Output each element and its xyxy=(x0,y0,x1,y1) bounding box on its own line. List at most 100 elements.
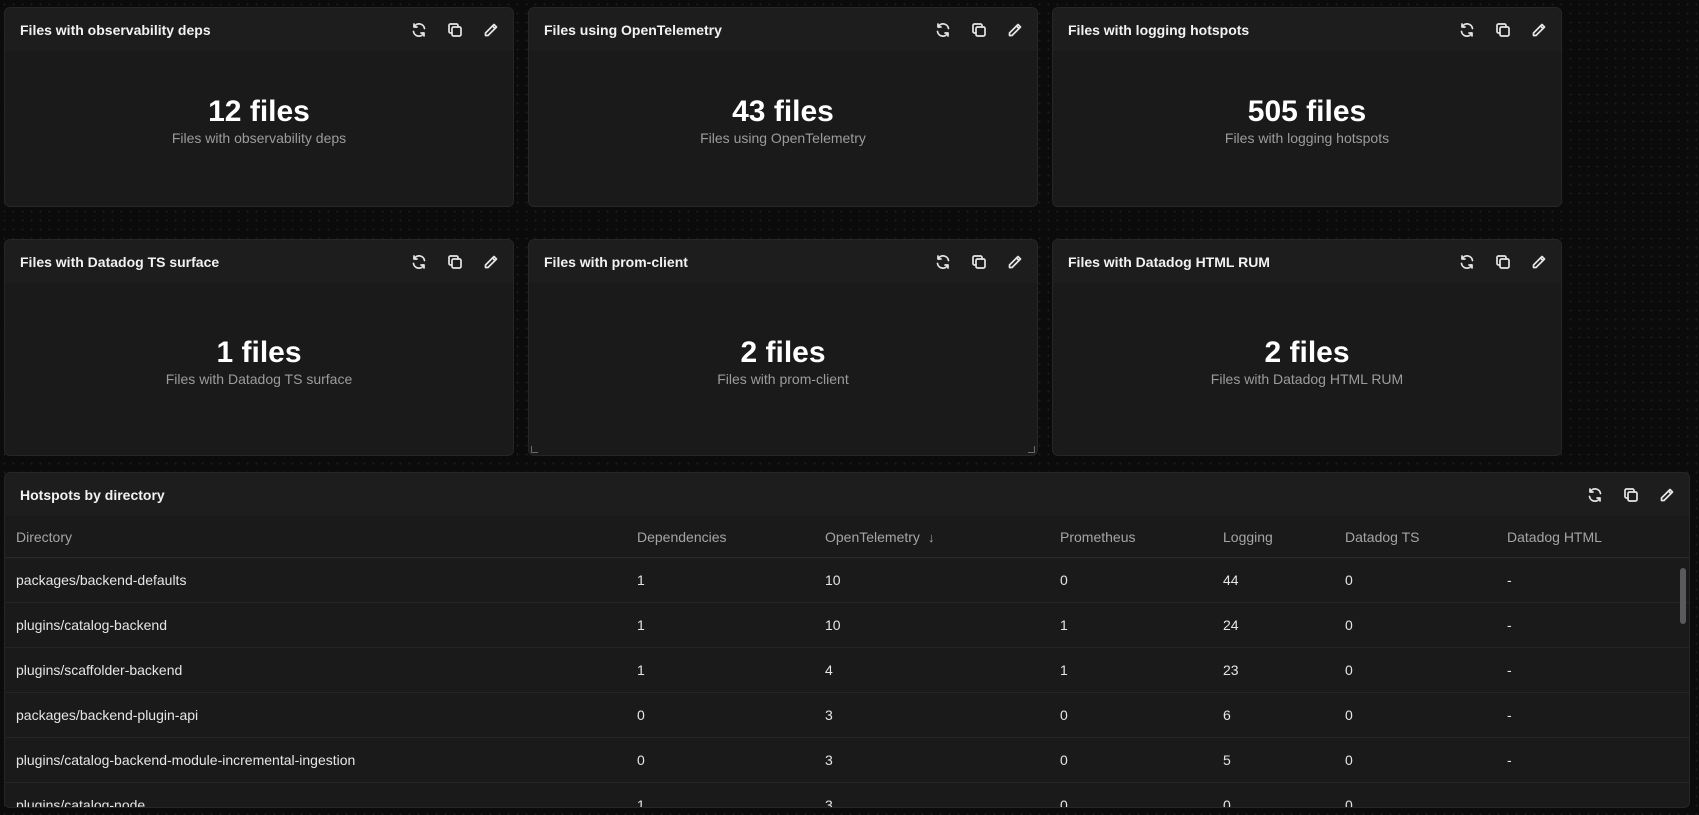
panel-header: Files with Datadog HTML RUM xyxy=(1053,240,1561,283)
stat-caption: Files with Datadog HTML RUM xyxy=(1210,370,1404,387)
table-row[interactable]: plugins/catalog-backend 1 10 1 24 0 - xyxy=(5,602,1689,648)
table-row[interactable]: plugins/scaffolder-backend 1 4 1 23 0 - xyxy=(5,647,1689,693)
pencil-icon[interactable] xyxy=(479,250,503,274)
panel-header: Files with observability deps xyxy=(5,8,513,51)
cell-datadog-ts: 0 xyxy=(1334,782,1496,807)
cell-dependencies: 1 xyxy=(626,782,814,807)
stat-body: 43 files Files using OpenTelemetry xyxy=(529,51,1037,206)
pencil-icon[interactable] xyxy=(1655,483,1679,507)
cell-datadog-html xyxy=(1496,782,1689,807)
stat-panel-datadog-html-rum: Files with Datadog HTML RUM 2 files File… xyxy=(1052,239,1562,456)
stat-caption: Files with observability deps xyxy=(171,130,347,146)
cell-opentelemetry: 4 xyxy=(814,647,1049,693)
column-header-prometheus[interactable]: Prometheus xyxy=(1049,516,1212,558)
stat-caption: Files using OpenTelemetry xyxy=(700,130,866,146)
cell-opentelemetry: 10 xyxy=(814,557,1049,603)
column-header-directory[interactable]: Directory xyxy=(5,516,626,558)
stat-value: 505 files xyxy=(1247,95,1367,128)
cell-prometheus: 0 xyxy=(1049,782,1212,807)
cell-prometheus: 0 xyxy=(1049,557,1212,603)
stat-value: 2 files xyxy=(1264,335,1350,369)
table-header-row: Directory Dependencies OpenTelemetry ↓ Pr… xyxy=(5,516,1689,558)
panel-title: Files using OpenTelemetry xyxy=(544,21,722,38)
cell-dependencies: 1 xyxy=(626,647,814,693)
panel-header: Hotspots by directory xyxy=(5,473,1689,516)
column-header-logging[interactable]: Logging xyxy=(1212,516,1334,558)
pencil-icon[interactable] xyxy=(1003,18,1027,42)
stat-body: 12 files Files with observability deps xyxy=(5,51,513,206)
sort-descending-icon: ↓ xyxy=(927,529,935,545)
pencil-icon[interactable] xyxy=(479,18,503,42)
cell-logging: 6 xyxy=(1212,692,1334,738)
panel-header: Files with prom-client xyxy=(529,240,1037,283)
refresh-icon[interactable] xyxy=(1455,250,1479,274)
pencil-icon[interactable] xyxy=(1527,250,1551,274)
panel-title: Files with Datadog HTML RUM xyxy=(1068,253,1270,270)
copy-icon[interactable] xyxy=(1491,250,1515,274)
table-row[interactable]: packages/backend-plugin-api 0 3 0 6 0 - xyxy=(5,692,1689,738)
cell-prometheus: 1 xyxy=(1049,602,1212,648)
cell-directory: plugins/scaffolder-backend xyxy=(5,647,626,693)
copy-icon[interactable] xyxy=(443,250,467,274)
refresh-icon[interactable] xyxy=(931,18,955,42)
stat-body: 1 files Files with Datadog TS surface xyxy=(5,283,513,455)
stat-value: 1 files xyxy=(216,335,302,369)
hotspots-table: Directory Dependencies OpenTelemetry ↓ Pr… xyxy=(5,516,1689,807)
column-header-datadog-html[interactable]: Datadog HTML xyxy=(1496,516,1689,558)
vertical-scrollbar[interactable] xyxy=(1680,568,1686,624)
table-row[interactable]: plugins/catalog-node 1 3 0 0 0 xyxy=(5,782,1689,807)
cell-datadog-ts: 0 xyxy=(1334,557,1496,603)
cell-logging: 44 xyxy=(1212,557,1334,603)
stat-body: 2 files Files with prom-client xyxy=(529,283,1037,455)
cell-logging: 24 xyxy=(1212,602,1334,648)
refresh-icon[interactable] xyxy=(931,250,955,274)
refresh-icon[interactable] xyxy=(407,250,431,274)
table-row[interactable]: plugins/catalog-backend-module-increment… xyxy=(5,737,1689,783)
refresh-icon[interactable] xyxy=(1583,483,1607,507)
stat-body: 2 files Files with Datadog HTML RUM xyxy=(1053,283,1561,455)
cell-datadog-html: - xyxy=(1496,737,1689,783)
panel-title: Files with observability deps xyxy=(20,21,211,38)
cell-datadog-ts: 0 xyxy=(1334,737,1496,783)
resize-handle[interactable] xyxy=(1028,446,1035,453)
table-container: Directory Dependencies OpenTelemetry ↓ Pr… xyxy=(5,516,1689,807)
cell-dependencies: 0 xyxy=(626,692,814,738)
column-header-dependencies[interactable]: Dependencies xyxy=(626,516,814,558)
stat-panel-logging-hotspots: Files with logging hotspots 505 files Fi… xyxy=(1052,7,1562,207)
table-row[interactable]: packages/backend-defaults 1 10 0 44 0 - xyxy=(5,557,1689,603)
panel-title: Files with logging hotspots xyxy=(1068,21,1250,38)
cell-datadog-html: - xyxy=(1496,557,1689,603)
column-header-datadog-ts[interactable]: Datadog TS xyxy=(1334,516,1496,558)
copy-icon[interactable] xyxy=(1619,483,1643,507)
cell-directory: plugins/catalog-node xyxy=(5,782,626,807)
stat-panel-prom-client: Files with prom-client 2 files Files wit… xyxy=(528,239,1038,456)
panel-header: Files with Datadog TS surface xyxy=(5,240,513,283)
copy-icon[interactable] xyxy=(967,18,991,42)
panel-header: Files using OpenTelemetry xyxy=(529,8,1037,51)
pencil-icon[interactable] xyxy=(1527,18,1551,42)
stat-body: 505 files Files with logging hotspots xyxy=(1053,51,1561,206)
copy-icon[interactable] xyxy=(967,250,991,274)
cell-directory: plugins/catalog-backend-module-increment… xyxy=(5,737,626,783)
cell-datadog-ts: 0 xyxy=(1334,647,1496,693)
copy-icon[interactable] xyxy=(1491,18,1515,42)
cell-datadog-html: - xyxy=(1496,692,1689,738)
cell-prometheus: 1 xyxy=(1049,647,1212,693)
cell-datadog-ts: 0 xyxy=(1334,692,1496,738)
cell-directory: packages/backend-plugin-api xyxy=(5,692,626,738)
refresh-icon[interactable] xyxy=(1455,18,1479,42)
stat-value: 2 files xyxy=(740,335,826,369)
copy-icon[interactable] xyxy=(443,18,467,42)
cell-opentelemetry: 3 xyxy=(814,782,1049,807)
stat-value: 12 files xyxy=(208,95,310,128)
cell-logging: 5 xyxy=(1212,737,1334,783)
cell-prometheus: 0 xyxy=(1049,692,1212,738)
refresh-icon[interactable] xyxy=(407,18,431,42)
cell-opentelemetry: 3 xyxy=(814,737,1049,783)
cell-logging: 0 xyxy=(1212,782,1334,807)
cell-datadog-html: - xyxy=(1496,602,1689,648)
column-header-opentelemetry[interactable]: OpenTelemetry ↓ xyxy=(814,516,1049,558)
pencil-icon[interactable] xyxy=(1003,250,1027,274)
resize-handle[interactable] xyxy=(531,446,538,453)
stat-caption: Files with Datadog TS surface xyxy=(165,370,353,387)
